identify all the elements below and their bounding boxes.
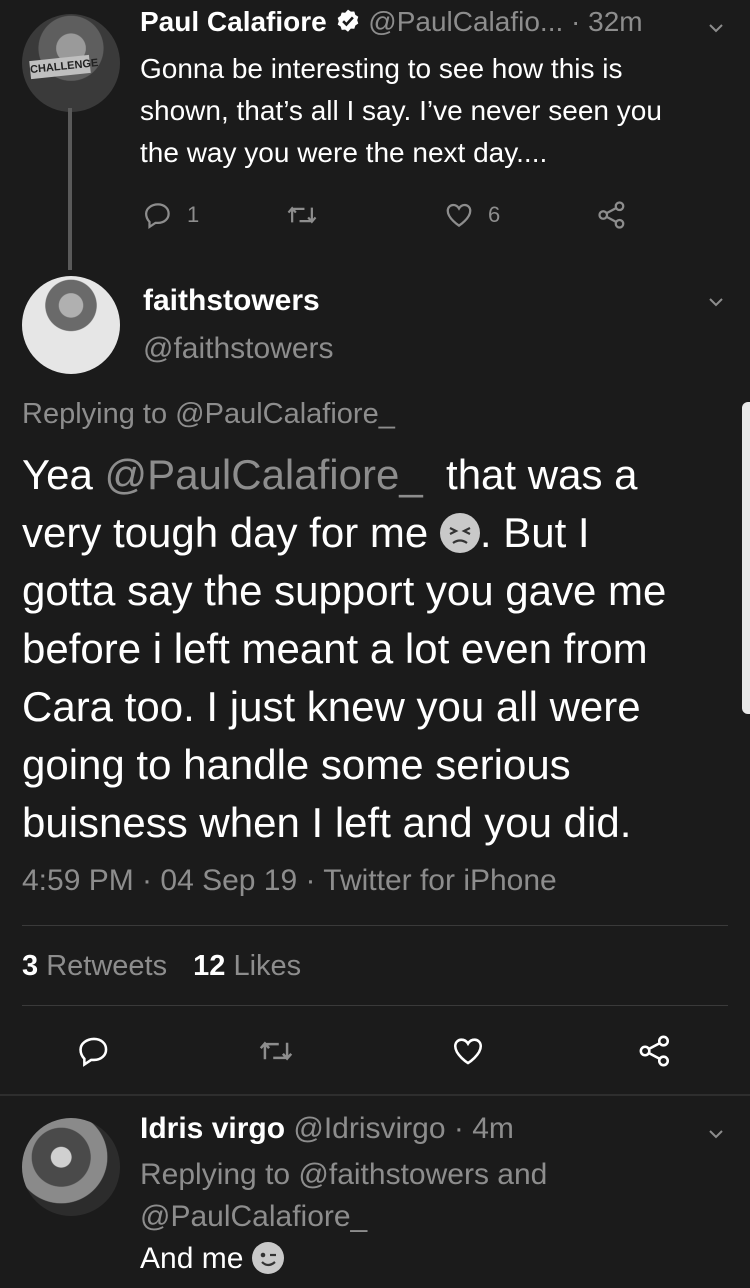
replying-prefix: Replying to [22,398,176,430]
reply-icon [79,1037,108,1067]
main-text-line: gotta say the support you gave me [22,567,667,614]
main-text-line: before i left meant a lot even from [22,625,648,672]
tweet1-retweet-button[interactable] [286,200,318,230]
reply-handle[interactable]: @Idrisvirgo [293,1112,445,1145]
likes-count: 12 [193,950,226,982]
reply-icon [144,203,170,229]
avatar-paul[interactable]: CHALLENGE [22,14,120,112]
main-tweet-text: Yea @PaulCalafiore_ that was a very toug… [22,446,666,852]
main-text-line: buisness when I left and you did. [22,799,632,846]
text-segment: very tough day for me [22,509,440,556]
reply-text: And me [140,1242,284,1276]
retweets-label: Retweets [46,950,168,982]
verified-icon [337,9,358,32]
divider [22,1005,728,1006]
tweet1-text-line: the way you were the next day.... [140,137,548,168]
tweet1-handle[interactable]: @PaulCalafio... [368,6,563,37]
main-author-handle[interactable]: @faithstowers [143,332,334,366]
tweet1-like-button[interactable]: 6 [444,200,500,230]
main-reply-button[interactable] [77,1034,111,1068]
likes-stat[interactable]: 12 Likes [193,950,301,982]
reply-replying-line[interactable]: Replying to @faithstowers and [140,1154,547,1196]
main-retweet-button[interactable] [258,1034,294,1068]
tweet1-like-count: 6 [488,202,501,227]
avatar-idrisvirgo[interactable] [22,1118,120,1216]
reply-time: · 4m [453,1112,514,1145]
divider [22,925,728,926]
mention-link[interactable]: @PaulCalafiore_ [105,451,423,498]
persevering-face-emoji-icon [439,513,480,553]
main-text-line: very tough day for me . But I [22,504,666,562]
section-divider [0,1094,750,1096]
chevron-down-icon[interactable] [708,294,724,310]
retweet-icon [287,206,317,224]
avatar-badge: CHALLENGE [29,54,99,80]
main-replying-to: Replying to @PaulCalafiore_ [22,398,395,431]
retweets-stat[interactable]: 3 Retweets [22,950,175,982]
reply-replying-line[interactable]: @PaulCalafiore_ [140,1196,547,1238]
reply-text-content: And me [140,1242,244,1275]
tweet1-author-name[interactable]: Paul Calafiore [140,6,327,37]
avatar-faithstowers[interactable] [22,276,120,374]
reply-author-name[interactable]: Idris virgo [140,1112,285,1145]
like-icon [446,203,472,227]
tweet1-header: Paul Calafiore @PaulCalafio... · 32m [140,6,643,38]
main-share-button[interactable] [638,1034,672,1068]
main-timestamp: 4:59 PM · 04 Sep 19 · Twitter for iPhone [22,864,557,897]
tweet1-time: · 32m [571,6,643,37]
tweet1-text-line: Gonna be interesting to see how this is [140,53,623,84]
main-text-line: Yea @PaulCalafiore_ that was a [22,446,666,504]
reply-header: Idris virgo @Idrisvirgo · 4m [140,1112,514,1146]
main-like-button[interactable] [451,1034,485,1068]
scrollbar[interactable] [742,402,750,714]
reply-replying-to: Replying to @faithstowers and @PaulCalaf… [140,1154,547,1238]
text-segment: Yea [22,451,105,498]
likes-label: Likes [233,950,302,982]
chevron-down-icon[interactable] [708,1126,724,1142]
thread-line [68,108,72,270]
share-icon [639,1035,670,1067]
tweet1-text: Gonna be interesting to see how this is … [140,48,662,174]
replying-mention[interactable]: @PaulCalafiore_ [175,398,395,430]
main-author-name[interactable]: faithstowers [143,284,320,318]
text-segment: . But I [479,509,590,556]
text-segment: that was a [422,451,638,498]
share-icon [598,201,625,229]
retweets-count: 3 [22,950,39,982]
winking-face-emoji-icon [251,1242,284,1274]
tweet1-reply-button[interactable]: 1 [143,200,199,230]
tweet1-share-button[interactable] [597,200,627,230]
retweet-icon [259,1041,293,1061]
main-text-line: Cara too. I just knew you all were [22,683,641,730]
like-icon [453,1038,483,1065]
main-text-line: going to handle some serious [22,741,571,788]
engagement-stats: 3 Retweets 12 Likes [22,950,301,983]
chevron-down-icon[interactable] [708,20,724,36]
tweet1-reply-count: 1 [187,202,200,227]
tweet1-text-line: shown, that’s all I say. I’ve never seen… [140,95,662,126]
